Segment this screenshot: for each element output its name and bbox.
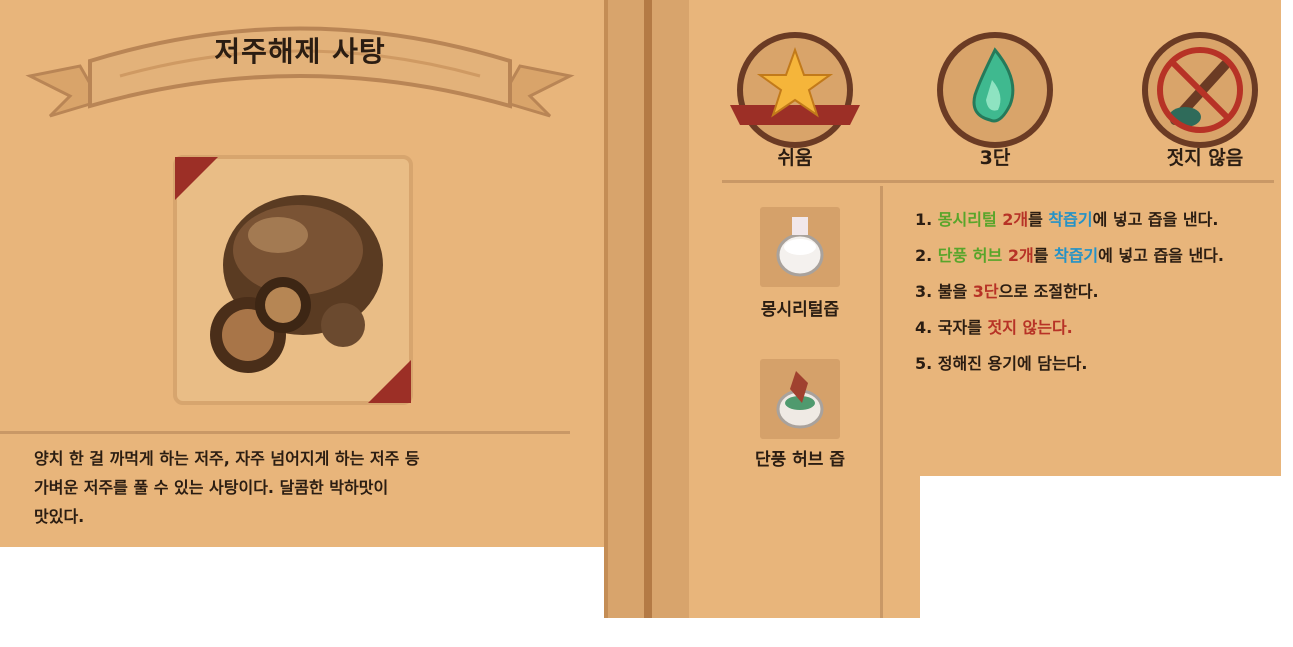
heat-level-label: 3단	[979, 147, 1011, 169]
step-text: 2개	[1007, 246, 1034, 265]
recipe-title: 저주해제 사탕	[214, 35, 386, 68]
step-text: 국자를	[937, 318, 988, 337]
step-text: 3단	[972, 282, 999, 301]
step-text: 으로 조절한다.	[998, 282, 1099, 301]
step-text: 착즙기	[1048, 210, 1093, 229]
recipe-step: 4. 국자를 젓지 않는다.	[915, 314, 1265, 341]
difficulty-label: 쉬움	[777, 147, 813, 169]
step-text: 몽시리털	[937, 210, 997, 229]
step-number: 1.	[915, 210, 938, 229]
step-text: 에 넣고 즙을 낸다.	[1092, 210, 1219, 229]
description-line: 양치 한 걸 까먹게 하는 저주, 자주 넘어지게 하는 저주 등	[34, 449, 420, 468]
step-text: 정해진 용기에 담는다.	[937, 354, 1088, 373]
mongsiri-juice-icon	[776, 217, 824, 277]
step-text: 를	[1028, 210, 1049, 229]
step-number: 4.	[915, 318, 938, 337]
maple-herb-juice-icon	[776, 371, 824, 429]
stir-label: 젓지 않음	[1166, 147, 1244, 169]
step-text: 에 넣고 즙을 낸다.	[1098, 246, 1224, 265]
column-divider	[880, 186, 883, 618]
left-divider	[0, 431, 570, 434]
step-text: 2개	[1002, 210, 1029, 229]
recipe-description: 양치 한 걸 까먹게 하는 저주, 자주 넘어지게 하는 저주 등 가벼운 저주…	[34, 444, 554, 531]
left-page: 저주해제 사탕 양치 한 걸 까먹게 하는 저주, 자주 넘어지게 하는 저주 …	[0, 0, 604, 547]
step-text: 착즙기	[1053, 246, 1099, 265]
title-ribbon	[25, 26, 575, 118]
description-line: 맛있다.	[34, 507, 85, 526]
description-line: 가벼운 저주를 풀 수 있는 사탕이다. 달콤한 박하맛이	[34, 478, 389, 497]
book-spine	[604, 0, 689, 618]
recipe-step: 1. 몽시리털 2개를 착즙기에 넣고 즙을 낸다.	[915, 206, 1265, 233]
step-number: 5.	[915, 354, 938, 373]
step-text: 단풍 허브	[937, 246, 1003, 265]
step-number: 2.	[915, 246, 938, 265]
step-text: 젓지 않는다.	[987, 318, 1073, 337]
right-divider	[722, 180, 1274, 183]
ingredient-slot[interactable]	[760, 207, 840, 287]
curse-removal-candy-icon	[173, 155, 413, 405]
ingredient-label: 단풍 허브 즙	[754, 450, 846, 470]
recipe-step: 3. 불을 3단으로 조절한다.	[915, 278, 1265, 305]
recipe-step: 5. 정해진 용기에 담는다.	[915, 350, 1265, 377]
no-stir-icon	[1142, 32, 1258, 148]
green-flame-icon	[937, 32, 1053, 148]
step-number: 3.	[915, 282, 938, 301]
star-ribbon-icon	[730, 32, 860, 148]
recipe-steps: 1. 몽시리털 2개를 착즙기에 넣고 즙을 낸다. 2. 단풍 허브 2개를 착…	[915, 206, 1265, 386]
step-text: 를	[1033, 246, 1054, 265]
ingredient-label: 몽시리털즙	[760, 300, 840, 320]
step-text: 불을	[937, 282, 973, 301]
recipe-step: 2. 단풍 허브 2개를 착즙기에 넣고 즙을 낸다.	[915, 242, 1265, 269]
ingredient-slot[interactable]	[760, 359, 840, 439]
